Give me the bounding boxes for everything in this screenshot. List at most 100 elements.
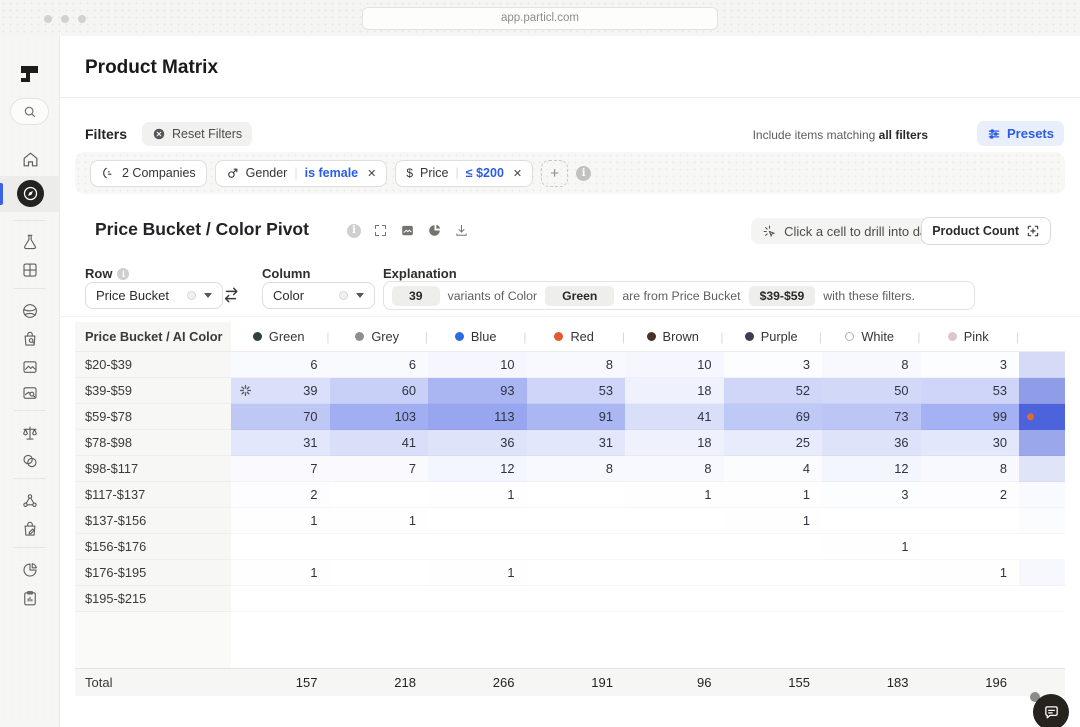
pivot-cell[interactable]: 8 xyxy=(527,352,626,378)
pivot-cell[interactable]: 93 xyxy=(428,378,527,404)
pivot-cell-cutoff[interactable] xyxy=(1019,456,1065,482)
pivot-cell[interactable] xyxy=(527,508,626,534)
pivot-column-header-white[interactable]: White| xyxy=(822,322,921,352)
sidebar-item-product-search[interactable] xyxy=(0,324,60,354)
pivot-cell[interactable]: 7 xyxy=(231,456,330,482)
download-icon[interactable] xyxy=(454,223,469,238)
pivot-cell[interactable]: 60 xyxy=(330,378,429,404)
pivot-cell[interactable]: 3 xyxy=(822,482,921,508)
sidebar-search-button[interactable] xyxy=(10,98,49,125)
pivot-cell[interactable] xyxy=(625,560,724,586)
sidebar-item-network[interactable] xyxy=(0,486,60,516)
url-bar[interactable]: app.particl.com xyxy=(362,7,718,30)
pivot-cell[interactable]: 1 xyxy=(428,482,527,508)
sidebar-item-report[interactable] xyxy=(0,583,60,613)
pivot-cell[interactable] xyxy=(724,560,823,586)
filter-chip-companies[interactable]: 2 Companies xyxy=(90,160,207,187)
pivot-cell[interactable]: 1 xyxy=(231,508,330,534)
pivot-cell[interactable]: 50 xyxy=(822,378,921,404)
pivot-column-header-red[interactable]: Red| xyxy=(527,322,626,352)
pivot-cell[interactable] xyxy=(330,534,429,560)
pivot-cell[interactable]: 6 xyxy=(330,352,429,378)
pivot-cell[interactable] xyxy=(231,534,330,560)
pivot-cell[interactable]: 36 xyxy=(822,430,921,456)
pivot-cell[interactable]: 103 xyxy=(330,404,429,430)
column-select[interactable]: Color xyxy=(262,282,375,309)
pivot-cell[interactable] xyxy=(330,560,429,586)
pivot-cell[interactable]: 31 xyxy=(231,430,330,456)
sidebar-item-explore[interactable] xyxy=(17,180,44,207)
pivot-cell[interactable]: 1 xyxy=(625,482,724,508)
pivot-cell[interactable]: 53 xyxy=(921,378,1020,404)
pivot-cell[interactable] xyxy=(428,586,527,612)
sidebar-item-pie[interactable] xyxy=(0,555,60,585)
pivot-cell[interactable] xyxy=(625,508,724,534)
pivot-cell[interactable] xyxy=(724,586,823,612)
pivot-cell[interactable] xyxy=(921,508,1020,534)
pivot-cell[interactable]: 1 xyxy=(822,534,921,560)
pivot-cell[interactable]: 4 xyxy=(724,456,823,482)
pivot-cell-cutoff[interactable] xyxy=(1019,560,1065,586)
pivot-cell[interactable] xyxy=(330,586,429,612)
pivot-column-header-blue[interactable]: Blue| xyxy=(428,322,527,352)
pivot-cell[interactable]: 3 xyxy=(921,352,1020,378)
pivot-cell[interactable] xyxy=(625,534,724,560)
filters-info-icon[interactable]: i xyxy=(576,166,591,181)
pivot-cell[interactable]: 36 xyxy=(428,430,527,456)
close-icon[interactable]: ✕ xyxy=(513,167,522,180)
reset-filters-button[interactable]: Reset Filters xyxy=(142,122,252,146)
pivot-cell[interactable]: 8 xyxy=(625,456,724,482)
pivot-column-header-pink[interactable]: Pink| xyxy=(921,322,1020,352)
pivot-cell[interactable] xyxy=(724,534,823,560)
pivot-cell[interactable] xyxy=(527,560,626,586)
filter-chip-price[interactable]: $ Price | ≤ $200 ✕ xyxy=(395,160,533,187)
add-filter-button[interactable]: + xyxy=(541,160,568,187)
metric-selector-button[interactable]: Product Count xyxy=(921,217,1051,245)
pivot-cell[interactable]: 91 xyxy=(527,404,626,430)
pivot-cell[interactable]: 41 xyxy=(625,404,724,430)
sidebar-item-tables[interactable] xyxy=(0,255,60,285)
pivot-cell[interactable]: 31 xyxy=(527,430,626,456)
close-icon[interactable]: ✕ xyxy=(367,167,376,180)
presets-button[interactable]: Presets xyxy=(977,121,1064,146)
pivot-cell-cutoff[interactable] xyxy=(1019,508,1065,534)
pivot-cell[interactable]: 73 xyxy=(822,404,921,430)
pivot-cell-cutoff[interactable] xyxy=(1019,404,1065,430)
expand-icon[interactable] xyxy=(373,223,388,238)
pivot-column-header-brown[interactable]: Brown| xyxy=(625,322,724,352)
pivot-column-header-purple[interactable]: Purple| xyxy=(724,322,823,352)
sidebar-item-lab[interactable] xyxy=(0,227,60,257)
pivot-cell-cutoff[interactable] xyxy=(1019,352,1065,378)
pivot-cell[interactable] xyxy=(330,482,429,508)
pivot-cell[interactable]: 10 xyxy=(625,352,724,378)
pivot-cell[interactable] xyxy=(527,482,626,508)
pivot-cell[interactable]: 7 xyxy=(330,456,429,482)
pivot-column-header-green[interactable]: Green| xyxy=(231,322,330,352)
pivot-cell[interactable]: 8 xyxy=(822,352,921,378)
row-info-icon[interactable]: i xyxy=(117,268,129,280)
pivot-cell[interactable]: 6 xyxy=(231,352,330,378)
pivot-cell[interactable]: 41 xyxy=(330,430,429,456)
pivot-cell[interactable] xyxy=(527,534,626,560)
pivot-cell[interactable]: 3 xyxy=(724,352,823,378)
pivot-cell[interactable] xyxy=(428,508,527,534)
pivot-cell[interactable] xyxy=(428,534,527,560)
pivot-cell[interactable]: 2 xyxy=(921,482,1020,508)
pivot-cell[interactable]: 1 xyxy=(724,482,823,508)
filter-chip-gender[interactable]: Gender | is female ✕ xyxy=(215,160,388,187)
sidebar-item-globe[interactable] xyxy=(0,296,60,326)
pivot-cell-cutoff[interactable] xyxy=(1019,430,1065,456)
pivot-cell-cutoff[interactable] xyxy=(1019,378,1065,404)
pivot-cell[interactable]: 1 xyxy=(428,560,527,586)
pivot-cell-cutoff[interactable] xyxy=(1019,534,1065,560)
pivot-cell[interactable] xyxy=(231,586,330,612)
pie-toggle-icon[interactable] xyxy=(427,223,442,238)
pivot-cell[interactable] xyxy=(921,586,1020,612)
row-select[interactable]: Price Bucket xyxy=(85,282,223,309)
sidebar-item-product-edit[interactable] xyxy=(0,514,60,544)
pivot-cell[interactable]: 18 xyxy=(625,430,724,456)
chart-image-icon[interactable] xyxy=(400,223,415,238)
pivot-cell[interactable] xyxy=(822,508,921,534)
window-controls[interactable] xyxy=(44,15,86,23)
sidebar-item-compare[interactable] xyxy=(0,418,60,448)
